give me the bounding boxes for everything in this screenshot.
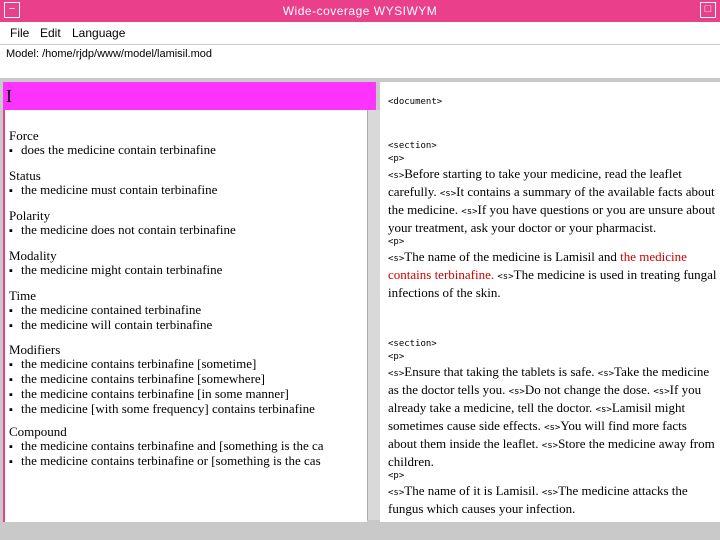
p-tag: <p> <box>388 154 405 164</box>
section-tag: <section> <box>388 339 437 349</box>
option-item[interactable]: does the medicine contain terbinafine <box>9 143 216 158</box>
s-tag: <s> <box>595 405 612 415</box>
section-1: <section> <p> <s>Before starting to take… <box>388 140 718 301</box>
option-groups: Force does the medicine contain terbinaf… <box>3 128 365 522</box>
paragraph-1: <s>Before starting to take your medicine… <box>388 166 718 236</box>
s-tag: <s> <box>388 369 405 379</box>
s-tag: <s> <box>544 423 561 433</box>
group-compound: Compound the medicine contains terbinafi… <box>9 424 324 469</box>
sentence: The name of the medicine is Lamisil and <box>404 249 621 264</box>
s-tag: <s> <box>653 387 670 397</box>
group-heading: Polarity <box>9 208 51 223</box>
model-path: Model: /home/rjdp/www/model/lamisil.mod <box>6 48 213 60</box>
option-item[interactable]: the medicine contains terbinafine [somet… <box>9 357 315 372</box>
option-item[interactable]: the medicine contains terbinafine [in so… <box>9 387 315 402</box>
edit-field[interactable] <box>3 82 376 110</box>
text-cursor: I <box>6 86 12 106</box>
menu-edit[interactable]: Edit <box>40 26 61 40</box>
p-tag: <p> <box>388 352 405 362</box>
xml-pane[interactable]: <document> <section> <p> <s>Before start… <box>380 82 720 522</box>
group-heading: Modality <box>9 248 57 263</box>
group-heading: Force <box>9 128 39 143</box>
option-item[interactable]: the medicine [with some frequency] conta… <box>9 402 315 417</box>
paragraph-2: <s>The name of the medicine is Lamisil a… <box>388 249 718 301</box>
group-time: Time the medicine contained terbinafine … <box>9 288 212 333</box>
s-tag: <s> <box>439 189 457 199</box>
group-modifiers: Modifiers the medicine contains terbinaf… <box>9 342 315 417</box>
paragraph-4: <s>The name of it is Lamisil. <s>The med… <box>388 483 718 517</box>
sentence: Ensure that taking the tablets is safe. <box>404 364 595 379</box>
window-title: Wide-coverage WYSIWYM <box>282 4 438 18</box>
option-item[interactable]: the medicine contained terbinafine <box>9 303 212 318</box>
p-tag: <p> <box>388 471 405 481</box>
s-tag: <s> <box>388 171 405 181</box>
option-item[interactable]: the medicine contains terbinafine and [s… <box>9 439 324 454</box>
s-tag: <s> <box>388 488 405 498</box>
section-2: <section> <p> <s>Ensure that taking the … <box>388 338 718 517</box>
option-item[interactable]: the medicine might contain terbinafine <box>9 263 222 278</box>
group-polarity: Polarity the medicine does not contain t… <box>9 208 236 238</box>
section-tag: <section> <box>388 141 437 151</box>
s-tag: <s> <box>497 272 514 282</box>
s-tag: <s> <box>541 488 559 498</box>
group-modality: Modality the medicine might contain terb… <box>9 248 222 278</box>
menu-bar: File Edit Language <box>0 22 720 45</box>
p-tag: <p> <box>388 237 405 247</box>
document-tag: <document> <box>388 97 443 107</box>
maximize-icon[interactable]: □ <box>700 2 716 18</box>
menu-file[interactable]: File <box>10 26 29 40</box>
s-tag: <s> <box>461 207 478 217</box>
group-heading: Time <box>9 288 36 303</box>
group-heading: Modifiers <box>9 342 61 357</box>
group-status: Status the medicine must contain terbina… <box>9 168 217 198</box>
sentence: The name of it is Lamisil. <box>404 483 539 498</box>
option-item[interactable]: the medicine must contain terbinafine <box>9 183 217 198</box>
group-force: Force does the medicine contain terbinaf… <box>9 128 216 158</box>
s-tag: <s> <box>597 369 615 379</box>
option-item[interactable]: the medicine will contain terbinafine <box>9 318 212 333</box>
group-heading: Compound <box>9 424 67 439</box>
sentence: Do not change the dose. <box>524 382 651 397</box>
option-item[interactable]: the medicine does not contain terbinafin… <box>9 223 236 238</box>
menu-language[interactable]: Language <box>72 26 125 40</box>
left-scrollbar[interactable] <box>367 110 380 520</box>
option-item[interactable]: the medicine contains terbinafine [somew… <box>9 372 315 387</box>
status-strip <box>0 522 720 540</box>
group-heading: Status <box>9 168 41 183</box>
title-bar[interactable]: − Wide-coverage WYSIWYM □ <box>0 0 720 22</box>
option-item[interactable]: the medicine contains terbinafine or [so… <box>9 454 324 469</box>
s-tag: <s> <box>541 441 559 451</box>
s-tag: <s> <box>388 254 405 264</box>
s-tag: <s> <box>508 387 525 397</box>
paragraph-3: <s>Ensure that taking the tablets is saf… <box>388 364 718 470</box>
